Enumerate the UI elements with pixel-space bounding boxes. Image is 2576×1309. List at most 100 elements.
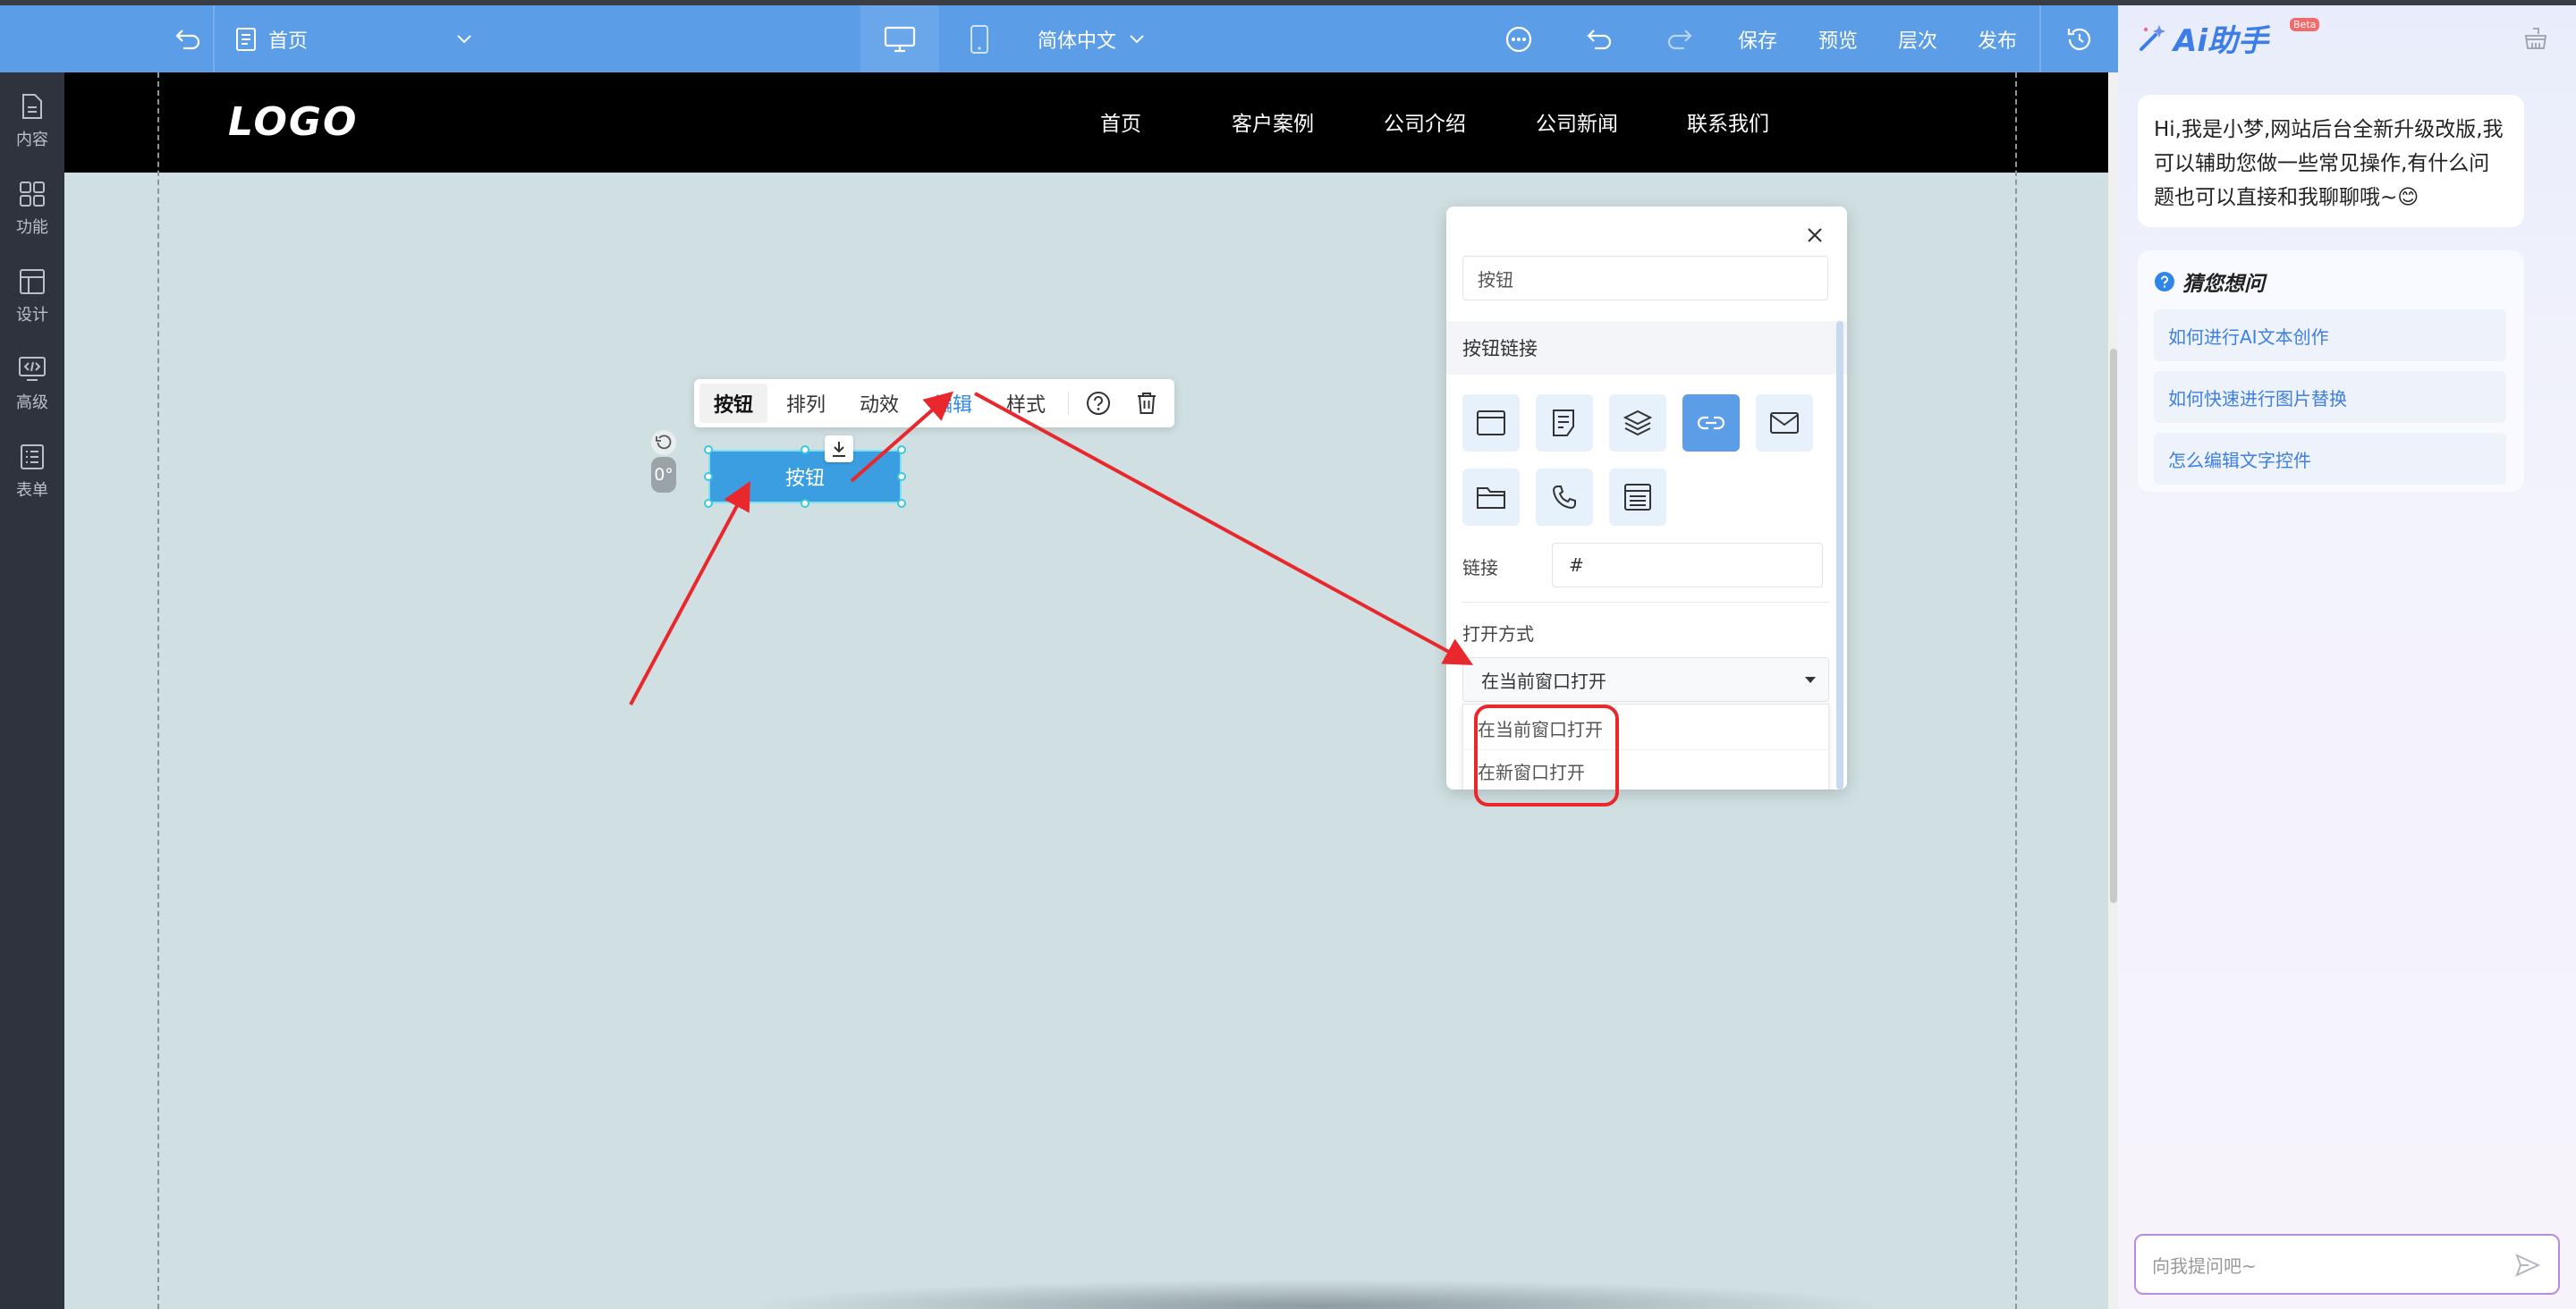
sidebar-item-function[interactable]: 功能 [0,169,64,249]
sidebar-item-advanced[interactable]: 高级 [0,344,64,425]
link-type-phone[interactable] [1536,469,1593,526]
document-icon [22,94,42,119]
save-button[interactable]: 保存 [1733,5,1782,72]
help-icon [1087,392,1110,415]
resize-handle[interactable] [897,499,906,508]
suggested-questions-title: 猜您想问 [2154,266,2265,297]
history-button[interactable] [2057,5,2102,72]
open-mode-label: 打开方式 [1462,623,1534,645]
tab-style[interactable]: 样式 [995,379,1057,427]
rotation-readout: 0° [651,457,676,493]
open-mode-dropdown: 在当前窗口打开 在新窗口打开 [1462,704,1830,790]
back-button[interactable] [165,5,210,72]
desktop-icon [884,26,916,52]
ai-title-text: Ai助手 [2174,22,2268,59]
resize-handle[interactable] [704,445,713,454]
publish-button[interactable]: 发布 [1973,5,2021,72]
resize-handle[interactable] [704,499,713,508]
send-icon[interactable] [2515,1254,2540,1277]
suggested-question[interactable]: 如何进行AI文本创作 [2154,309,2506,361]
sidebar-item-form[interactable]: 表单 [0,432,64,512]
redo-icon [1667,29,1692,49]
element-toolbar: 按钮 排列 动效 编辑 样式 [694,379,1174,427]
left-sidebar: 内容 功能 设计 高级 表单 [0,72,64,1309]
delete-button[interactable] [1127,379,1166,427]
page-selector[interactable]: 首页 [234,5,494,72]
note-icon [1553,410,1574,436]
open-mode-select[interactable]: 在当前窗口打开 [1462,657,1829,702]
option-current-window[interactable]: 在当前窗口打开 [1463,706,1830,749]
list-icon [1624,484,1651,511]
section-title: 按钮链接 [1446,321,1847,375]
chevron-down-icon [457,34,471,43]
link-type-email[interactable] [1756,394,1813,452]
content-guide-right [2015,72,2017,1309]
history-icon [2067,28,2091,50]
resize-handle[interactable] [704,472,713,481]
preview-button[interactable]: 预览 [1814,5,1862,72]
link-input[interactable]: # [1552,543,1823,587]
phone-icon [1552,486,1576,510]
mobile-view-button[interactable] [939,5,1020,72]
link-type-layer[interactable] [1609,394,1666,452]
editor-topbar: 首页 简体中文 保存 预览 层次 发布 [0,5,2118,72]
desktop-view-button[interactable] [860,5,939,72]
redo-button[interactable] [1657,5,1703,72]
more-button[interactable] [1496,5,1542,72]
sidebar-item-label: 功能 [16,218,48,237]
suggested-question[interactable]: 怎么编辑文字控件 [2154,433,2506,485]
ai-question-input[interactable]: 向我提问吧~ [2134,1234,2560,1295]
element-name-field[interactable]: 按钮 [1462,256,1828,300]
nav-item-cases[interactable]: 客户案例 [1232,106,1314,137]
sidebar-item-label: 设计 [16,306,48,325]
link-type-list[interactable] [1609,469,1666,526]
resize-handle[interactable] [801,445,809,454]
undo-button[interactable] [1576,5,1623,72]
divider [213,5,215,72]
tab-edit[interactable]: 编辑 [921,379,984,427]
tab-arrange[interactable]: 排列 [775,379,837,427]
sidebar-item-content[interactable]: 内容 [0,81,64,162]
tab-animation[interactable]: 动效 [848,379,911,427]
ai-greeting-bubble: Hi,我是小梦,网站后台全新升级改版,我可以辅助您做一些常见操作,有什么问题也可… [2138,95,2524,227]
button-link-panel: 按钮 按钮链接 链接 # 打开方式 在当前窗口打开 在当前窗口打开 在新窗口打开 [1446,207,1847,790]
link-type-page[interactable] [1462,394,1520,452]
language-label: 简体中文 [1037,30,1116,53]
resize-handle[interactable] [897,445,906,454]
link-type-url[interactable] [1682,394,1740,452]
page-selector-label: 首页 [268,30,309,53]
canvas-scrollbar-thumb[interactable] [2110,349,2117,903]
link-type-article[interactable] [1536,394,1593,452]
language-selector[interactable]: 简体中文 [1020,5,1163,72]
tab-button[interactable]: 按钮 [699,384,767,423]
anchor-button[interactable] [825,435,853,462]
nav-item-news[interactable]: 公司新闻 [1536,106,1618,137]
resize-handle[interactable] [897,472,906,481]
clear-chat-button[interactable] [2523,27,2548,54]
undo-icon [1587,29,1612,49]
option-new-window[interactable]: 在新窗口打开 [1463,749,1830,790]
link-type-file[interactable] [1462,469,1520,526]
form-icon [21,444,44,469]
content-guide-left [157,72,159,1309]
suggested-question[interactable]: 如何快速进行图片替换 [2154,371,2506,423]
open-mode-selected: 在当前窗口打开 [1481,670,1606,692]
sidebar-item-label: 内容 [16,131,48,149]
resize-handle[interactable] [801,499,809,508]
rotate-handle[interactable] [651,430,676,455]
sidebar-item-design[interactable]: 设计 [0,257,64,337]
nav-item-about[interactable]: 公司介绍 [1384,106,1466,137]
site-logo[interactable]: LOGO [228,99,358,145]
page-icon [236,27,256,51]
sidebar-item-label: 高级 [16,393,48,412]
footer-shadow [744,1279,1889,1309]
selected-button-element[interactable]: 按钮 [708,450,902,503]
panel-scrollbar[interactable] [1836,321,1843,790]
nav-item-home[interactable]: 首页 [1100,106,1141,137]
nav-item-contact[interactable]: 联系我们 [1687,106,1769,137]
layers-button[interactable]: 层次 [1894,5,1942,72]
ai-assistant-panel: Ai助手 Beta Hi,我是小梦,网站后台全新升级改版,我可以辅助您做一些常见… [2118,5,2576,1309]
help-button[interactable] [1079,379,1118,427]
trash-icon [1138,393,1156,414]
close-button[interactable] [1799,219,1831,251]
